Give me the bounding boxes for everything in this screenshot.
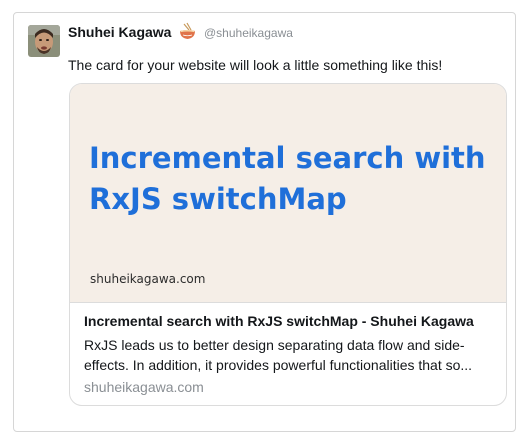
card-image-domain: shuheikagawa.com bbox=[90, 272, 206, 286]
card-description: RxJS leads us to better design separatin… bbox=[84, 337, 473, 373]
card-title: Incremental search with RxJS switchMap -… bbox=[84, 313, 474, 329]
card-body: Incremental search with RxJS switchMap -… bbox=[84, 311, 496, 397]
tweet-card: Shuhei Kagawa @shuheikagawa The card for… bbox=[13, 12, 516, 432]
avatar[interactable] bbox=[28, 25, 60, 57]
tweet-text: The card for your website will look a li… bbox=[68, 57, 443, 73]
ramen-bowl-icon bbox=[178, 22, 197, 41]
author-handle[interactable]: @shuheikagawa bbox=[204, 26, 293, 40]
card-image-title: Incremental search with RxJS switchMap bbox=[89, 141, 486, 216]
author-name[interactable]: Shuhei Kagawa bbox=[68, 24, 171, 40]
link-card-preview[interactable]: Incremental search with RxJS switchMap s… bbox=[69, 83, 507, 406]
card-url: shuheikagawa.com bbox=[84, 379, 204, 395]
card-image[interactable]: Incremental search with RxJS switchMap s… bbox=[70, 84, 506, 303]
